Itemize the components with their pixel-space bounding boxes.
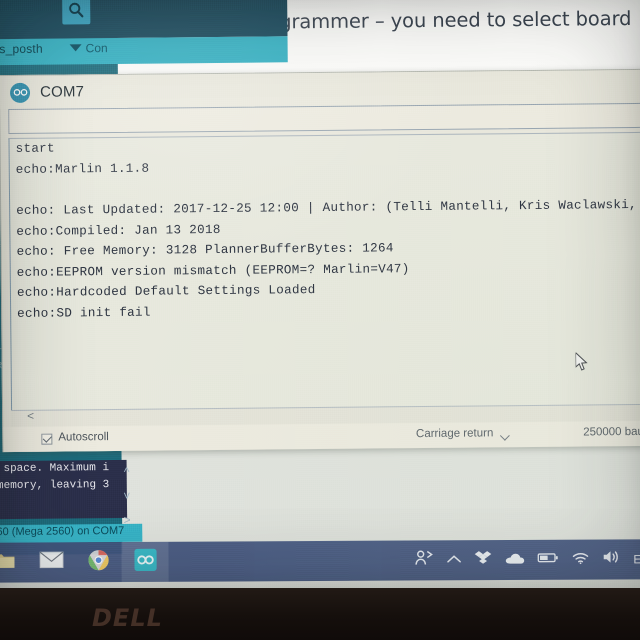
console-line: c memory, leaving 3: [0, 479, 110, 493]
serial-monitor-footer: Autoscroll Carriage return 250000 baud: [3, 420, 640, 453]
magnifier-icon: [67, 1, 85, 19]
serial-monitor-button[interactable]: [62, 0, 91, 25]
ide-sketch-tab[interactable]: als_posth: [0, 42, 43, 57]
mail-icon: [39, 551, 63, 573]
taskbar-item-arduino[interactable]: [121, 541, 169, 583]
taskbar-item-chrome[interactable]: [74, 542, 121, 582]
windows-taskbar[interactable]: ENG: [0, 539, 640, 583]
wifi-icon[interactable]: [571, 550, 589, 569]
baud-rate-select[interactable]: 250000 baud: [583, 426, 640, 439]
ide-toolbar: [0, 0, 288, 40]
show-hidden-icons-icon[interactable]: [446, 551, 461, 569]
chrome-icon: [87, 549, 109, 576]
ide-tab-secondary[interactable]: Con: [86, 41, 108, 55]
battery-icon[interactable]: [537, 551, 558, 569]
serial-output-area[interactable]: start echo:Marlin 1.1.8 echo: Last Updat…: [8, 131, 640, 410]
chevron-up-icon[interactable]: ^: [120, 460, 134, 484]
chevron-down-icon[interactable]: [499, 430, 510, 441]
line-ending-select[interactable]: Carriage return: [416, 427, 493, 440]
serial-monitor-title: COM7: [39, 83, 85, 101]
ide-console-scroll-controls[interactable]: ^ ˅ >: [120, 460, 135, 532]
laptop-screen: ill use as the programmer – you need to …: [0, 0, 640, 604]
ide-tab-bar[interactable]: [0, 36, 288, 66]
chevron-left-icon[interactable]: <: [27, 409, 34, 423]
serial-monitor-window[interactable]: COM7 start echo:Marlin 1.1.8 echo: Last …: [0, 68, 640, 453]
autoscroll-label[interactable]: Autoscroll: [58, 431, 109, 443]
taskbar-pinned-apps: [0, 541, 169, 583]
onedrive-icon[interactable]: [504, 550, 524, 569]
serial-send-input[interactable]: [8, 102, 640, 134]
volume-icon[interactable]: [602, 549, 620, 569]
taskbar-item-mail[interactable]: [27, 542, 74, 582]
arduino-icon: [133, 547, 157, 576]
mouse-pointer-icon: [575, 351, 589, 371]
console-line: ge space. Maximum i: [0, 462, 110, 476]
ide-console-output: ge space. Maximum i c memory, leaving 3: [0, 459, 128, 520]
file-explorer-icon: [0, 551, 15, 574]
autoscroll-checkbox[interactable]: [41, 433, 53, 445]
dell-logo: DELL: [92, 604, 163, 632]
taskbar-item-file-explorer[interactable]: [0, 543, 28, 583]
arduino-infinity-icon: [9, 82, 31, 103]
dropbox-icon[interactable]: [474, 550, 492, 571]
ide-board-status: 2560 (Mega 2560) on COM7: [0, 524, 125, 539]
taskbar-language-indicator[interactable]: ENG: [633, 552, 640, 566]
taskbar-system-tray: ENG: [414, 539, 640, 580]
laptop-photo: ill use as the programmer – you need to …: [0, 0, 640, 640]
people-icon[interactable]: [414, 549, 433, 571]
chevron-down-icon[interactable]: [69, 44, 82, 52]
chevron-down-icon[interactable]: ˅: [120, 484, 134, 508]
